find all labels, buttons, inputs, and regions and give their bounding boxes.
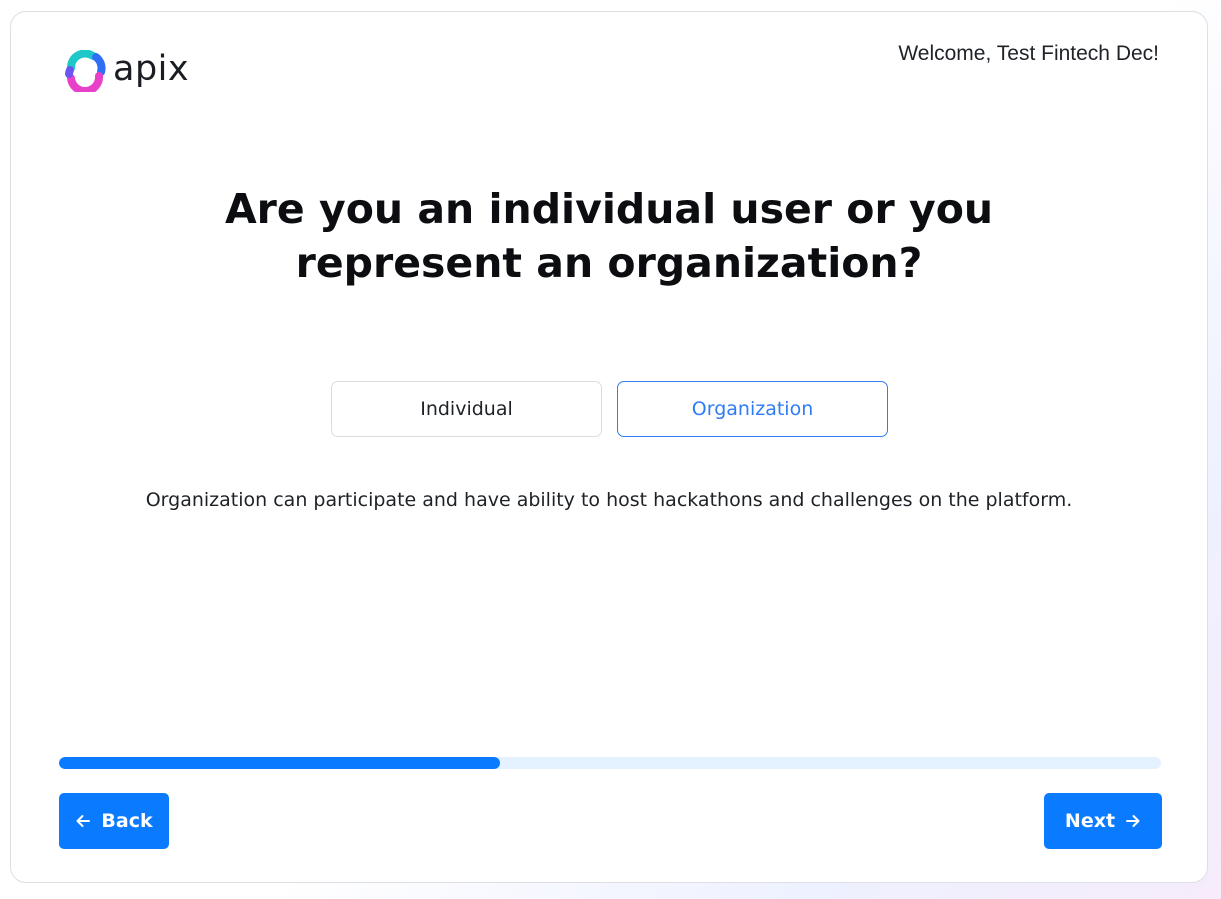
progress-bar-fill bbox=[59, 757, 500, 769]
option-description: Organization can participate and have ab… bbox=[145, 489, 1073, 511]
option-organization-button[interactable]: Organization bbox=[617, 381, 888, 437]
next-button[interactable]: Next bbox=[1044, 793, 1162, 849]
arrow-left-icon bbox=[76, 815, 91, 827]
progress-bar bbox=[59, 757, 1161, 769]
apix-logo-icon bbox=[65, 50, 106, 92]
back-button-label: Back bbox=[101, 810, 153, 832]
apix-logo[interactable]: apix bbox=[63, 50, 189, 92]
next-button-label: Next bbox=[1064, 810, 1116, 832]
arrow-right-icon bbox=[1126, 815, 1140, 827]
logo-text: apix bbox=[113, 48, 190, 89]
option-individual-button[interactable]: Individual bbox=[331, 381, 602, 437]
page-question: Are you an individual user or you repres… bbox=[224, 185, 994, 287]
account-type-options: Individual Organization bbox=[331, 381, 888, 437]
welcome-message: Welcome, Test Fintech Dec! bbox=[898, 42, 1159, 65]
back-button[interactable]: Back bbox=[59, 793, 169, 849]
onboarding-card: apix Welcome, Test Fintech Dec! Are you … bbox=[10, 11, 1208, 883]
